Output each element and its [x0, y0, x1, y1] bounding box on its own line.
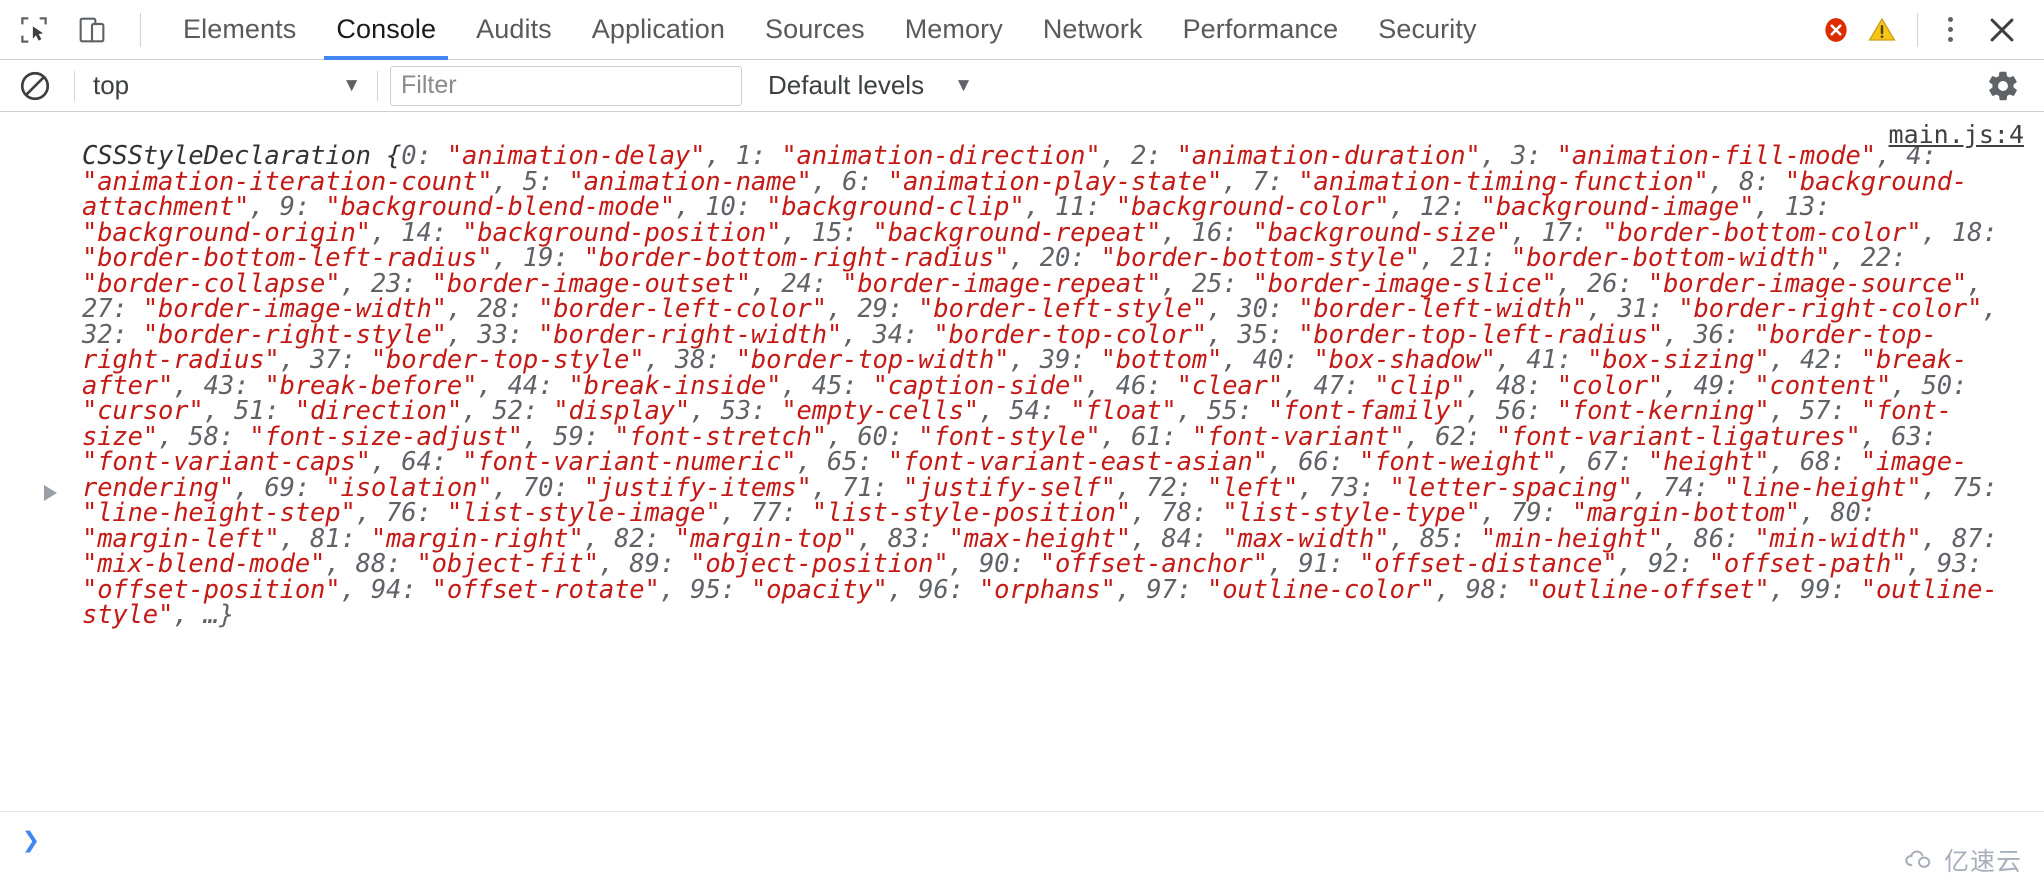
tab-label: Console	[336, 14, 437, 44]
console-filter-bar: top ▼ Default levels ▼	[0, 60, 2044, 112]
object-key: , 75:	[1921, 472, 1998, 503]
gear-icon	[1989, 71, 2017, 100]
tab-label: Elements	[183, 14, 297, 44]
chevron-down-icon: ▼	[342, 75, 361, 96]
cursor-select-icon	[21, 16, 47, 43]
tab-label: Memory	[904, 14, 1003, 44]
filter-input[interactable]	[390, 65, 742, 106]
toolbar-divider	[140, 12, 141, 47]
source-location-link[interactable]: main.js:4	[1889, 120, 2024, 149]
inspect-element-icon[interactable]	[14, 10, 54, 50]
panel-tabs: Elements Console Audits Application Sour…	[163, 0, 1497, 60]
kebab-dot	[1947, 37, 1953, 42]
tab-label: Performance	[1182, 14, 1339, 44]
object-key: , 97:	[1115, 574, 1208, 605]
error-circle-icon	[1825, 17, 1847, 42]
tab-label: Audits	[476, 14, 552, 44]
object-value: "opacity"	[750, 574, 888, 605]
toolbar-right-icons	[1815, 7, 2044, 53]
clear-console-button[interactable]	[12, 63, 58, 109]
device-toolbar-icon[interactable]	[72, 10, 112, 50]
tab-label: Security	[1378, 14, 1477, 44]
log-levels-value: Default levels	[768, 70, 925, 100]
expand-triangle-icon[interactable]	[44, 485, 57, 501]
tab-label: Sources	[764, 14, 865, 44]
filter-bar-divider	[74, 70, 75, 101]
object-value: "orphans"	[978, 574, 1116, 605]
object-key: , 98:	[1435, 574, 1527, 605]
tab-memory[interactable]: Memory	[885, 0, 1023, 60]
tab-performance[interactable]: Performance	[1163, 0, 1359, 60]
object-key: , 99:	[1769, 574, 1861, 605]
tab-network[interactable]: Network	[1023, 0, 1163, 60]
execution-context-value: top	[93, 70, 130, 100]
close-icon	[1990, 18, 2014, 41]
log-levels-selector[interactable]: Default levels ▼	[760, 66, 981, 106]
close-devtools-button[interactable]	[1976, 7, 2028, 53]
chevron-down-icon: ▼	[954, 75, 973, 96]
object-truncation-ellipsis: , …}	[173, 600, 235, 630]
clear-console-icon	[20, 71, 50, 100]
execution-context-selector[interactable]: top ▼	[85, 66, 367, 106]
tab-sources[interactable]: Sources	[745, 0, 885, 60]
object-key: , 18:	[1921, 217, 1998, 248]
object-key: , 96:	[887, 574, 979, 605]
object-value: "outline-color"	[1207, 574, 1436, 605]
prompt-chevron-icon: ❯	[22, 823, 41, 858]
tab-audits[interactable]: Audits	[456, 0, 572, 60]
kebab-dot	[1947, 17, 1953, 22]
device-toggle-icon	[79, 17, 105, 42]
console-settings-button[interactable]	[1980, 63, 2026, 109]
devtools-toolbar: Elements Console Audits Application Sour…	[0, 0, 2044, 60]
tab-label: Application	[591, 14, 725, 44]
object-key: , 94:	[340, 574, 432, 605]
tab-application[interactable]: Application	[572, 0, 745, 60]
logged-object-preview: CSSStyleDeclaration {0: "animation-delay…	[82, 143, 2026, 630]
console-prompt-row[interactable]: ❯	[0, 812, 2044, 872]
error-count-badge[interactable]	[1815, 9, 1857, 51]
kebab-dot	[1947, 27, 1953, 32]
toolbar-divider-right	[1917, 12, 1918, 47]
tab-security[interactable]: Security	[1358, 0, 1496, 60]
toolbar-left-icons	[0, 10, 147, 50]
tab-console[interactable]: Console	[316, 0, 456, 60]
object-value: "offset-rotate"	[431, 574, 660, 605]
warning-count-badge[interactable]	[1861, 9, 1903, 51]
filter-bar-divider-2	[377, 70, 378, 101]
tab-elements[interactable]: Elements	[163, 0, 316, 60]
console-message-row[interactable]: main.js:4 CSSStyleDeclaration {0: "anima…	[0, 112, 2044, 812]
console-output-area[interactable]: main.js:4 CSSStyleDeclaration {0: "anima…	[0, 112, 2044, 890]
warning-triangle-icon	[1868, 17, 1896, 41]
object-value: "outline-offset"	[1526, 574, 1770, 605]
object-key: , 95:	[659, 574, 751, 605]
more-options-button[interactable]	[1928, 9, 1972, 51]
tab-label: Network	[1042, 14, 1143, 44]
